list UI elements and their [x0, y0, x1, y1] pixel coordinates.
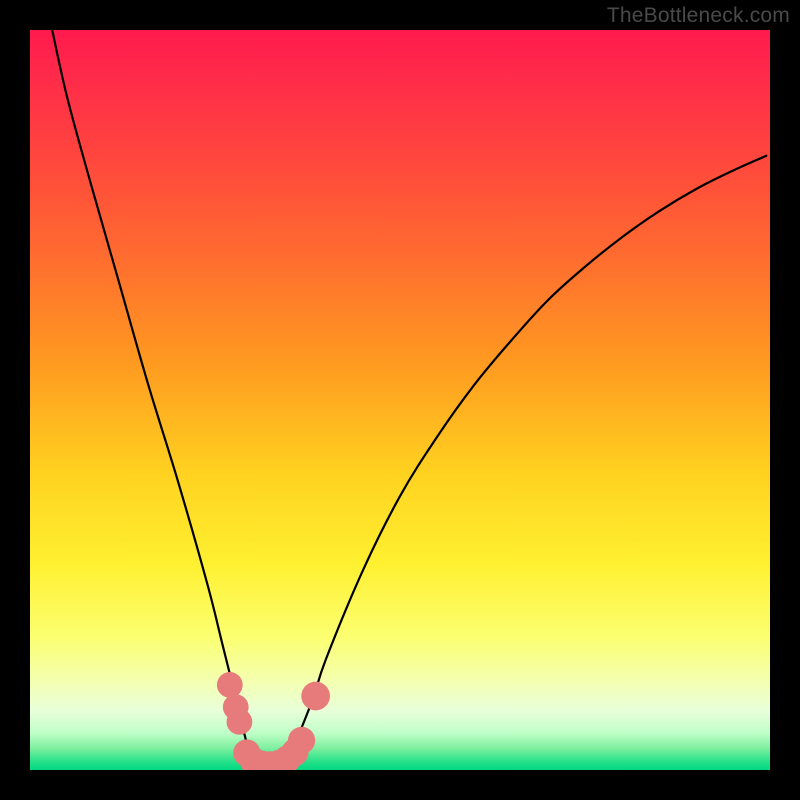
highlight-dot	[301, 682, 330, 711]
bottleneck-curve	[52, 30, 766, 768]
highlight-dot	[227, 709, 253, 735]
highlight-markers	[217, 672, 330, 770]
attribution-label: TheBottleneck.com	[607, 4, 790, 28]
plot-area	[30, 30, 770, 770]
chart-frame: TheBottleneck.com	[0, 0, 800, 800]
curve-svg	[30, 30, 770, 770]
highlight-dot	[217, 672, 243, 698]
highlight-dot	[288, 727, 315, 754]
